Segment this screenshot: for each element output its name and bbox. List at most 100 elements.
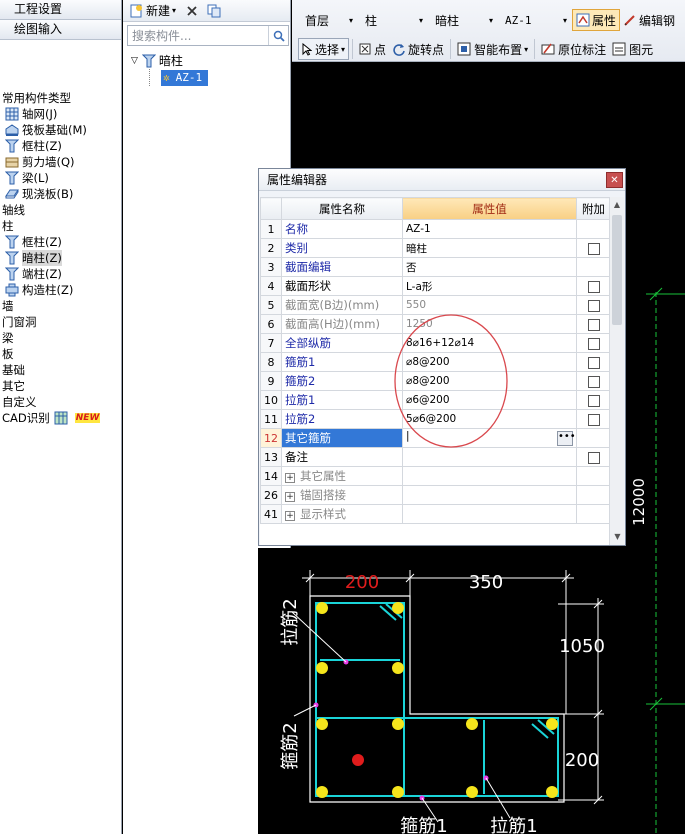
tree-node-hidden-column[interactable]: ▽ 暗柱 [131, 52, 208, 69]
tree-item-18[interactable]: 其它 [2, 378, 121, 394]
tree-item-10[interactable]: 暗柱(Z) [2, 250, 121, 266]
tree-item-0[interactable]: 常用构件类型 [2, 90, 121, 106]
component-list-toolbar: 新建 ▾ [123, 0, 290, 22]
property-value-header[interactable]: 属性值 [402, 197, 577, 220]
drawing-canvas[interactable]: 12000 [626, 62, 685, 834]
tree-item-6[interactable]: 现浇板(B) [2, 186, 121, 202]
expand-icon[interactable]: + [285, 473, 295, 483]
extra-checkbox[interactable] [587, 280, 600, 293]
component-select[interactable]: AZ-1 ▾ [498, 9, 572, 31]
extra-checkbox[interactable] [587, 356, 600, 369]
tree-item-7[interactable]: 轴线 [2, 202, 121, 218]
tree-item-1[interactable]: 轴网(J) [2, 106, 121, 122]
property-editor-titlebar[interactable]: 属性编辑器 [259, 169, 625, 191]
extra-checkbox[interactable] [587, 375, 600, 388]
tree-item-label: 轴线 [2, 203, 25, 217]
tree-item-8[interactable]: 柱 [2, 218, 121, 234]
tab-project-settings[interactable]: 工程设置 [0, 0, 121, 20]
tree-item-2[interactable]: 筏板基础(M) [2, 122, 121, 138]
search-input[interactable] [128, 26, 268, 45]
property-row[interactable]: 2 类别 暗柱 [260, 238, 610, 258]
property-row[interactable]: 4 截面形状 L-a形 [260, 276, 610, 296]
row-number-header [260, 197, 282, 220]
point-button[interactable]: 点 [356, 38, 389, 60]
extra-checkbox[interactable] [587, 451, 600, 464]
extra-cell [576, 390, 610, 410]
extra-cell [576, 466, 610, 486]
property-value-cell[interactable]: 否 [402, 257, 577, 277]
expand-icon[interactable]: + [285, 511, 295, 521]
property-name: 锚固搭接 [300, 488, 346, 502]
tree-item-11[interactable]: 端柱(Z) [2, 266, 121, 282]
property-name-header[interactable]: 属性名称 [281, 197, 403, 220]
tree-item-19[interactable]: 自定义 [2, 394, 121, 410]
property-value-cell[interactable] [402, 485, 577, 505]
delete-button[interactable] [184, 2, 200, 20]
floor-select[interactable]: 首层 ▾ [298, 9, 358, 31]
extra-header[interactable]: 附加 [576, 197, 610, 220]
tree-item-17[interactable]: 基础 [2, 362, 121, 378]
tree-item-9[interactable]: 框柱(Z) [2, 234, 121, 250]
ellipsis-button[interactable]: ••• [557, 431, 576, 446]
tree-node-az1[interactable]: ✲ AZ-1 [131, 69, 209, 86]
properties-button[interactable]: 属性 [572, 9, 621, 31]
tree-item-14[interactable]: 门窗洞 [2, 314, 121, 330]
extra-checkbox[interactable] [587, 413, 600, 426]
constructional-column-icon [4, 283, 19, 297]
figure-button[interactable]: 图元 [609, 38, 656, 60]
extra-cell [576, 447, 610, 467]
category-select[interactable]: 柱 ▾ [358, 9, 428, 31]
expand-icon[interactable]: + [285, 492, 295, 502]
tree-item-3[interactable]: 框柱(Z) [2, 138, 121, 154]
tree-item-13[interactable]: 墙 [2, 298, 121, 314]
original-mark-button[interactable]: 原位标注 [538, 38, 609, 60]
extra-checkbox[interactable] [587, 318, 600, 331]
copy-icon [207, 4, 221, 17]
row-number: 10 [260, 390, 282, 410]
scroll-down-icon[interactable]: ▼ [610, 529, 625, 545]
copy-button[interactable] [205, 2, 223, 20]
property-row[interactable]: 26 + 锚固搭接 [260, 485, 610, 505]
edit-rebar-button[interactable]: 编辑钢 [620, 9, 678, 31]
collapse-icon[interactable]: ▽ [131, 56, 138, 66]
close-button[interactable]: ✕ [606, 172, 623, 188]
property-value-cell[interactable] [402, 504, 577, 524]
smart-layout-button[interactable]: 智能布置 ▾ [454, 38, 531, 60]
tree-item-12[interactable]: 构造柱(Z) [2, 282, 121, 298]
row-number: 4 [260, 276, 282, 296]
extra-checkbox[interactable] [587, 337, 600, 350]
tree-item-20[interactable]: CAD识别 NEW [2, 410, 121, 426]
scroll-up-icon[interactable]: ▲ [610, 197, 624, 213]
tree-item-label: 梁(L) [22, 171, 49, 185]
property-value-cell[interactable]: L-a形 [402, 276, 577, 296]
extra-cell [576, 219, 610, 239]
tree-item-15[interactable]: 梁 [2, 330, 121, 346]
component-type-select[interactable]: 暗柱 ▾ [428, 9, 498, 31]
property-row[interactable]: 1 名称 AZ-1 [260, 219, 610, 239]
tab-drawing-input[interactable]: 绘图输入 [0, 20, 121, 40]
select-button[interactable]: 选择 ▾ [298, 38, 350, 60]
search-button[interactable] [268, 26, 288, 45]
scrollbar-thumb[interactable] [612, 215, 622, 325]
hidden-column-icon [4, 251, 19, 265]
property-row[interactable]: 3 截面编辑 否 [260, 257, 610, 277]
property-grid-scrollbar[interactable]: ▲ ▼ [609, 197, 624, 545]
tree-item-4[interactable]: 剪力墙(Q) [2, 154, 121, 170]
tree-item-label: 梁 [2, 331, 14, 345]
property-value-cell[interactable]: AZ-1 [402, 219, 577, 239]
extra-checkbox[interactable] [587, 242, 600, 255]
tree-item-5[interactable]: 梁(L) [2, 170, 121, 186]
rotate-point-button[interactable]: 旋转点 [389, 38, 447, 60]
extra-checkbox[interactable] [587, 299, 600, 312]
property-row[interactable]: 41 + 显示样式 [260, 504, 610, 524]
property-value-cell[interactable] [402, 466, 577, 486]
cursor-icon [302, 42, 312, 56]
extra-checkbox[interactable] [587, 394, 600, 407]
tree-item-16[interactable]: 板 [2, 346, 121, 362]
property-name: 截面高(H边)(mm) [285, 317, 380, 331]
property-value-cell[interactable]: 暗柱 [402, 238, 577, 258]
shear-wall-icon [4, 155, 19, 169]
new-component-button[interactable]: 新建 ▾ [127, 2, 178, 20]
property-row[interactable]: 14 + 其它属性 [260, 466, 610, 486]
property-name: 截面编辑 [285, 260, 331, 274]
